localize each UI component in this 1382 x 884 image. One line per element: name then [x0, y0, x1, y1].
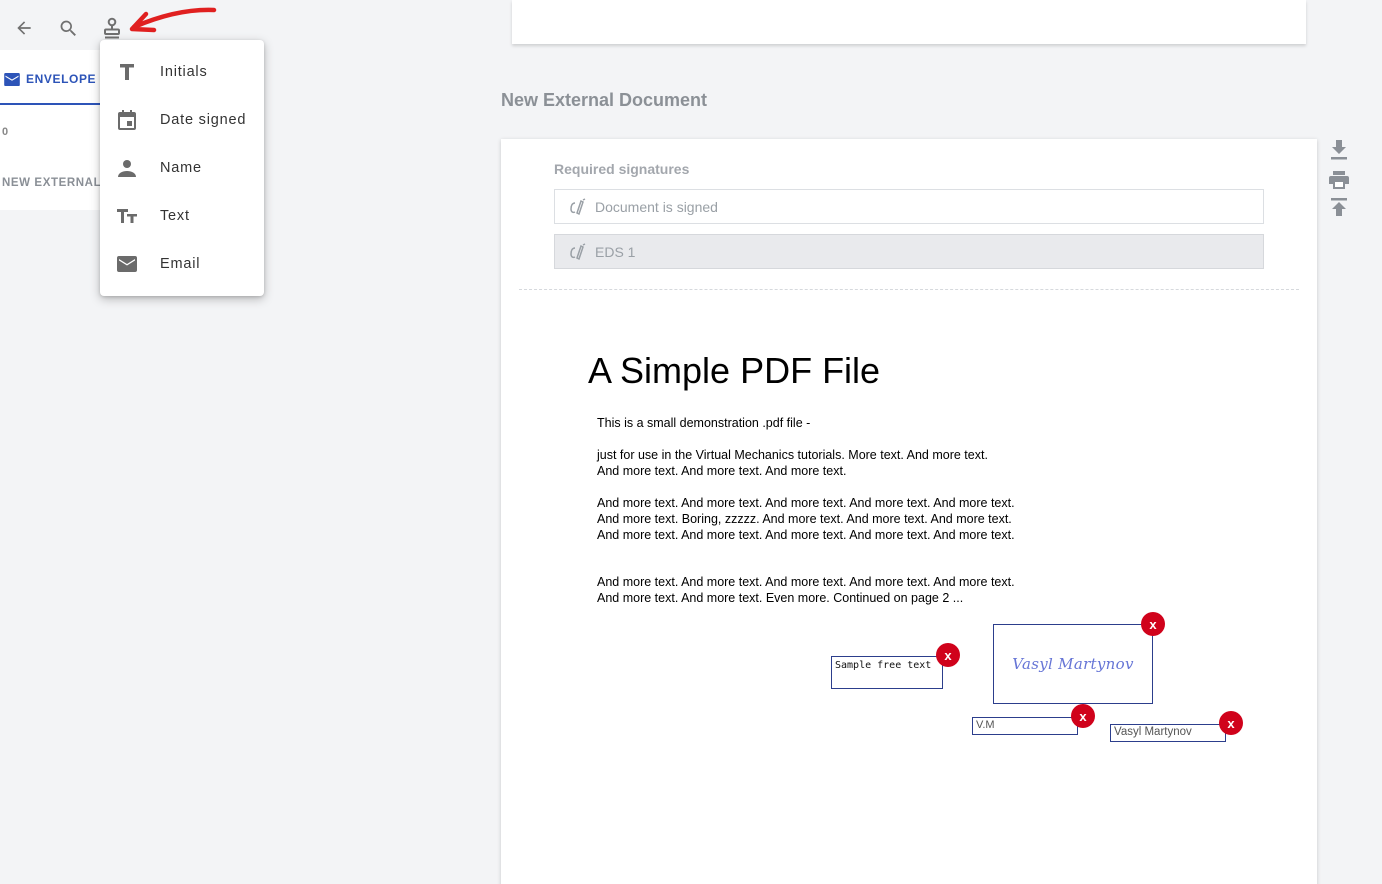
arrow-back-icon: [17, 21, 31, 35]
signature-requirement-label: Document is signed: [595, 198, 718, 215]
signature-requirement-document-signed[interactable]: Document is signed: [554, 189, 1264, 224]
menu-item-name[interactable]: Name: [100, 144, 264, 192]
signature-icon: [570, 197, 586, 215]
envelope-icon: [117, 256, 137, 272]
print-button[interactable]: [1328, 169, 1350, 191]
upload-button[interactable]: [1328, 197, 1350, 219]
delete-free-text-button[interactable]: x: [936, 643, 960, 667]
tab-envelope[interactable]: ENVELOPE D: [0, 55, 110, 105]
menu-item-date-signed[interactable]: Date signed: [100, 96, 264, 144]
pdf-paragraph: This is a small demonstration .pdf file …: [597, 416, 811, 430]
signature-icon: [570, 242, 586, 260]
search-icon: [60, 20, 76, 36]
signature-field[interactable]: Vasyl Martynov: [993, 624, 1153, 704]
search-button[interactable]: [55, 15, 81, 41]
delete-name-button[interactable]: x: [1219, 711, 1243, 735]
envelope-icon: [4, 72, 20, 86]
download-icon: [1331, 140, 1347, 160]
text-size-icon: [117, 209, 137, 223]
menu-item-text[interactable]: Text: [100, 192, 264, 240]
annotation-arrow: [129, 7, 217, 33]
menu-item-initials[interactable]: Initials: [100, 48, 264, 96]
menu-item-email[interactable]: Email: [100, 240, 264, 288]
pdf-title: A Simple PDF File: [588, 350, 881, 391]
delete-signature-button[interactable]: x: [1141, 612, 1165, 636]
free-text-field[interactable]: Sample free text: [831, 656, 943, 689]
menu-item-label: Email: [160, 256, 201, 272]
delete-initials-button[interactable]: x: [1071, 704, 1095, 728]
signature-requirement-eds-1[interactable]: EDS 1: [554, 234, 1264, 269]
stamp-button[interactable]: [99, 15, 125, 41]
stamp-icon: [104, 17, 120, 39]
calendar-icon: [118, 110, 136, 130]
back-button[interactable]: [11, 15, 37, 41]
menu-item-label: Initials: [160, 64, 208, 80]
menu-item-label: Name: [160, 160, 202, 176]
previous-document-card: [512, 0, 1306, 44]
signature-requirement-label: EDS 1: [595, 243, 636, 260]
pdf-paragraph: And more text. And more text. And more t…: [597, 575, 1015, 605]
print-icon: [1329, 171, 1349, 189]
upload-icon: [1331, 198, 1347, 216]
sidebar-item-document[interactable]: NEW EXTERNAL: [2, 177, 110, 189]
download-button[interactable]: [1328, 139, 1350, 161]
divider: [519, 289, 1299, 290]
pdf-paragraph: And more text. And more text. And more t…: [597, 496, 1015, 542]
name-field[interactable]: Vasyl Martynov: [1110, 724, 1226, 742]
text-t-icon: [120, 64, 134, 80]
menu-item-label: Text: [160, 208, 190, 224]
document-heading: New External Document: [501, 90, 708, 110]
pdf-paragraph: just for use in the Virtual Mechanics tu…: [597, 448, 988, 478]
required-signatures-label: Required signatures: [554, 161, 690, 177]
tab-envelope-label: ENVELOPE D: [26, 72, 110, 86]
person-icon: [118, 160, 136, 177]
document-count: 0: [2, 126, 9, 138]
menu-item-label: Date signed: [160, 112, 247, 128]
initials-field[interactable]: V.M: [972, 717, 1078, 735]
field-type-menu: Initials Date signed Name Text Email: [100, 40, 264, 296]
